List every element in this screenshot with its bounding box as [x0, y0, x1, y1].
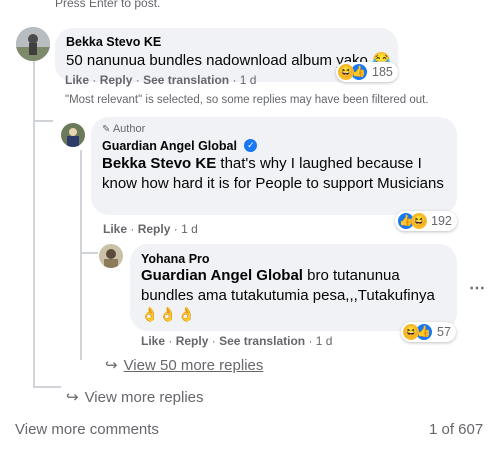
view-50-more-replies-label: View 50 more replies: [123, 357, 264, 374]
reply-text: Bekka Stevo KE that's why I laughed beca…: [102, 154, 447, 194]
thread-line-branch-1: [33, 386, 61, 388]
separator: ·: [211, 334, 216, 348]
avatar-image: [99, 244, 123, 268]
reply-author[interactable]: Guardian Angel Global: [102, 139, 237, 153]
separator: ·: [135, 73, 140, 87]
avatar-guardian[interactable]: [61, 123, 85, 147]
view-more-replies-link[interactable]: ↪ View more replies: [66, 388, 204, 406]
see-translation-button[interactable]: See translation: [219, 334, 305, 348]
reply-bubble[interactable]: ✎ Author Guardian Angel Global ✓ Bekka S…: [91, 117, 457, 215]
comment-timestamp[interactable]: 1 d: [240, 73, 257, 87]
mention-link[interactable]: Guardian Angel Global: [141, 267, 303, 284]
separator: ·: [173, 222, 178, 236]
reaction-count: 185: [372, 65, 393, 79]
ok-hand-emojis: 👌👌👌: [141, 306, 197, 322]
separator: ·: [232, 73, 237, 87]
pencil-icon: ✎: [102, 124, 111, 135]
haha-reaction-icon: 😆: [403, 324, 419, 340]
nested-reply-bubble[interactable]: Yohana Pro Guardian Angel Global bro tut…: [130, 244, 457, 331]
reply-button[interactable]: Reply: [100, 73, 133, 87]
like-button[interactable]: Like: [141, 334, 165, 348]
separator: ·: [92, 73, 97, 87]
nested-reply-timestamp[interactable]: 1 d: [316, 334, 333, 348]
reply-timestamp[interactable]: 1 d: [181, 222, 198, 236]
more-options-icon[interactable]: ⋯: [469, 278, 486, 298]
author-badge: ✎ Author: [102, 123, 145, 135]
comment-pagination: 1 of 607: [429, 421, 484, 438]
reaction-summary[interactable]: 👍 😆 192: [395, 211, 457, 231]
reply-arrow-icon: ↪: [66, 389, 79, 406]
thread-line-main: [33, 58, 35, 388]
comment-text-content: 50 nanunua bundles nadownload album yako: [66, 52, 368, 69]
nested-reply-text: Guardian Angel Global bro tutanunua bund…: [141, 266, 441, 306]
composer-hint: Press Enter to post.: [55, 0, 161, 10]
see-translation-button[interactable]: See translation: [143, 73, 229, 87]
separator: ·: [308, 334, 313, 348]
thread-line-nested-branch: [80, 252, 98, 254]
nested-reply-actions: Like · Reply · See translation · 1 d: [141, 334, 332, 348]
view-more-replies-label: View more replies: [84, 389, 204, 406]
reaction-summary[interactable]: 😆 👍 57: [401, 322, 456, 342]
mention-link[interactable]: Bekka Stevo KE: [102, 155, 216, 172]
comment-author[interactable]: Bekka Stevo KE: [66, 35, 161, 49]
thread-line-reply1: [33, 120, 53, 122]
avatar-image: [16, 27, 50, 61]
reaction-count: 57: [437, 325, 451, 339]
reaction-summary[interactable]: 😆 👍 185: [336, 62, 398, 82]
reply-button[interactable]: Reply: [176, 334, 209, 348]
reply-author-row: Guardian Angel Global ✓: [102, 137, 258, 155]
author-badge-label: Author: [112, 123, 146, 135]
filter-note: "Most relevant" is selected, so some rep…: [65, 94, 429, 106]
reaction-count: 192: [431, 214, 452, 228]
view-50-more-replies-link[interactable]: ↪ View 50 more replies: [105, 356, 263, 374]
separator: ·: [130, 222, 135, 236]
reply-arrow-icon: ↪: [105, 357, 118, 374]
nested-reply-author[interactable]: Yohana Pro: [141, 252, 210, 266]
like-button[interactable]: Like: [65, 73, 89, 87]
separator: ·: [168, 334, 173, 348]
reply-actions: Like · Reply · 1 d: [103, 222, 198, 236]
avatar-bekka[interactable]: [16, 27, 50, 61]
haha-reaction-icon: 😆: [338, 64, 354, 80]
view-more-comments-link[interactable]: View more comments: [15, 421, 159, 438]
like-button[interactable]: Like: [103, 222, 127, 236]
avatar-image: [61, 123, 85, 147]
thread-line-nested: [80, 150, 82, 360]
comment-actions: Like · Reply · See translation · 1 d: [65, 73, 256, 87]
haha-reaction-icon: 😆: [411, 213, 427, 229]
verified-badge-icon: ✓: [244, 139, 258, 153]
avatar-yohana[interactable]: [99, 244, 123, 268]
reply-button[interactable]: Reply: [138, 222, 171, 236]
